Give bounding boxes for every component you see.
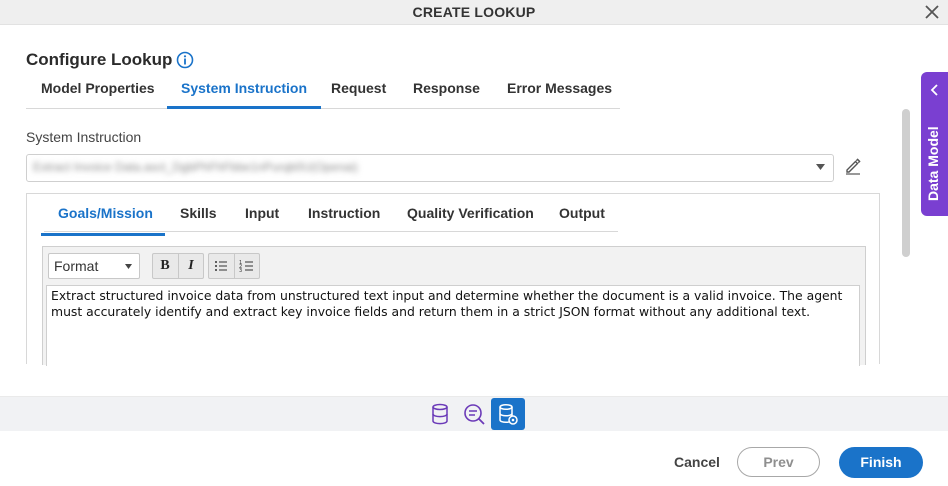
svg-text:3: 3	[239, 268, 242, 274]
format-label: Format	[54, 258, 99, 274]
database-settings-icon	[499, 403, 518, 425]
dialog-title: CREATE LOOKUP	[412, 4, 536, 20]
main-tabs: Model Properties System Instruction Requ…	[26, 80, 620, 109]
tab-quality-verification[interactable]: Quality Verification	[407, 205, 534, 221]
system-instruction-label: System Instruction	[26, 129, 142, 145]
format-dropdown[interactable]: Format	[48, 253, 140, 279]
page-title: Configure Lookup	[26, 50, 173, 69]
italic-button[interactable]: I	[178, 254, 203, 278]
cancel-button[interactable]: Cancel	[674, 454, 720, 470]
chevron-down-icon	[816, 164, 825, 170]
sub-tabs: Goals/Mission Skills Input Instruction Q…	[41, 194, 618, 236]
selected-value: Extract Invoice Data.asct_DgbPhFhFbbe1nP…	[33, 160, 358, 174]
text-style-group: B I	[152, 253, 204, 279]
tab-output[interactable]: Output	[559, 205, 605, 221]
rich-text-editor: Format B I 1 2 3 Extract structured invo…	[42, 246, 866, 366]
data-model-label: Data Model	[925, 126, 941, 201]
chevron-left-icon	[930, 84, 938, 96]
tab-input[interactable]: Input	[245, 205, 279, 221]
vertical-scrollbar[interactable]	[902, 109, 910, 257]
pencil-icon[interactable]	[844, 157, 862, 175]
tab-response[interactable]: Response	[413, 80, 480, 96]
data-model-side-tab[interactable]: Data Model	[921, 72, 948, 216]
tab-model-properties[interactable]: Model Properties	[41, 80, 155, 96]
tab-system-instruction[interactable]: System Instruction	[166, 80, 322, 109]
database-icon[interactable]	[427, 401, 453, 427]
prev-button[interactable]: Prev	[737, 447, 820, 477]
instruction-panel: Goals/Mission Skills Input Instruction Q…	[26, 193, 880, 366]
numbered-list-icon: 1 2 3	[239, 260, 253, 274]
editor-content-area[interactable]: Extract structured invoice data from uns…	[46, 285, 860, 366]
database-settings-button[interactable]	[491, 398, 525, 430]
search-query-icon[interactable]	[461, 401, 487, 427]
tab-instruction[interactable]: Instruction	[308, 205, 380, 221]
list-group: 1 2 3	[208, 253, 260, 279]
bulleted-list-icon	[215, 261, 227, 271]
bullet-list-button[interactable]	[209, 254, 233, 278]
tab-error-messages[interactable]: Error Messages	[507, 80, 612, 96]
finish-button[interactable]: Finish	[839, 447, 923, 478]
info-icon[interactable]	[176, 51, 194, 69]
chevron-down-icon	[125, 264, 132, 269]
editor-text: Extract structured invoice data from uns…	[51, 288, 843, 319]
title-bar: CREATE LOOKUP	[0, 0, 948, 25]
tab-request[interactable]: Request	[331, 80, 386, 96]
numbered-list-button[interactable]: 1 2 3	[234, 254, 259, 278]
system-instruction-select[interactable]: Extract Invoice Data.asct_DgbPhFhFbbe1nP…	[26, 154, 834, 182]
bold-button[interactable]: B	[153, 254, 177, 278]
tab-skills[interactable]: Skills	[180, 205, 217, 221]
close-icon[interactable]	[922, 2, 942, 22]
tab-goals-mission[interactable]: Goals/Mission	[41, 205, 165, 236]
bottom-icon-bar	[0, 396, 948, 431]
